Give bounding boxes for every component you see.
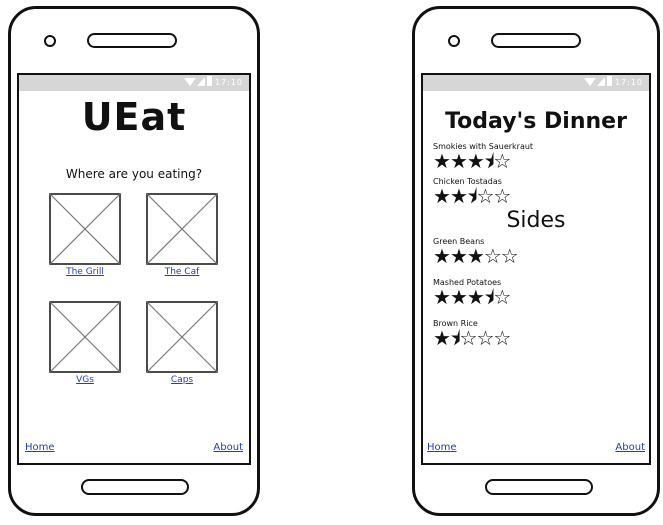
wifi-icon xyxy=(583,78,596,86)
phone-frame-dinner: 17:10 Today's Dinner Smokies with Sauerk… xyxy=(412,6,660,516)
star-empty-icon: ☆ xyxy=(493,285,511,309)
star-rating[interactable]: ★★★⯨☆ xyxy=(433,287,649,307)
battery-icon xyxy=(606,76,612,86)
image-placeholder-icon xyxy=(146,301,218,373)
status-time: 17:10 xyxy=(614,78,643,87)
home-link[interactable]: Home xyxy=(427,442,457,453)
star-rating[interactable]: ★★⯨☆☆ xyxy=(433,186,649,206)
battery-icon xyxy=(206,76,212,86)
status-time: 17:10 xyxy=(214,78,243,87)
star-full-icon: ★ xyxy=(449,244,468,268)
location-link[interactable]: The Caf xyxy=(146,267,218,277)
dish-item: Chicken Tostadas ★★⯨☆☆ xyxy=(433,177,649,206)
star-empty-icon: ☆ xyxy=(493,326,511,350)
sides-list: Green Beans ★★★☆☆ Mashed Potatoes ★★★⯨☆ Brow… xyxy=(423,237,649,348)
camera-icon xyxy=(448,35,460,47)
star-half-icon: ⯨ xyxy=(483,149,495,173)
dish-item: Smokies with Sauerkraut ★★★⯨☆ xyxy=(433,142,649,171)
star-full-icon: ★ xyxy=(449,149,468,173)
star-empty-icon: ☆ xyxy=(483,244,502,268)
star-full-icon: ★ xyxy=(433,149,451,173)
location-link[interactable]: The Grill xyxy=(49,267,121,277)
dish-item: Mashed Potatoes ★★★⯨☆ xyxy=(433,278,649,307)
star-empty-icon: ☆ xyxy=(500,244,519,268)
star-full-icon: ★ xyxy=(466,285,485,309)
screen: 17:10 UEat Where are you eating? The Gri… xyxy=(17,73,251,465)
image-placeholder-icon xyxy=(49,301,121,373)
phone-frame-locations: 17:10 UEat Where are you eating? The Gri… xyxy=(8,6,260,516)
question-text: Where are you eating? xyxy=(65,167,203,181)
sides-heading: Sides xyxy=(506,208,566,233)
app-title: UEat xyxy=(81,95,187,139)
screen: 17:10 Today's Dinner Smokies with Sauerk… xyxy=(421,73,651,465)
home-button[interactable] xyxy=(485,479,593,495)
about-link[interactable]: About xyxy=(213,442,243,453)
camera-icon xyxy=(44,35,56,47)
signal-icon xyxy=(196,77,205,86)
location-the-grill[interactable]: The Grill xyxy=(49,193,121,277)
star-empty-icon: ☆ xyxy=(493,184,511,208)
image-placeholder-icon xyxy=(146,193,218,265)
page-title: Today's Dinner xyxy=(445,109,627,134)
location-link[interactable]: Caps xyxy=(146,375,218,385)
star-half-icon: ⯨ xyxy=(483,285,495,309)
location-the-caf[interactable]: The Caf xyxy=(146,193,218,277)
star-rating[interactable]: ★★★⯨☆ xyxy=(433,151,649,171)
star-rating[interactable]: ★★★☆☆ xyxy=(433,246,649,266)
home-link[interactable]: Home xyxy=(25,442,55,453)
signal-icon xyxy=(596,77,605,86)
star-full-icon: ★ xyxy=(466,244,485,268)
star-full-icon: ★ xyxy=(433,244,451,268)
star-full-icon: ★ xyxy=(433,326,451,350)
mains-list: Smokies with Sauerkraut ★★★⯨☆ Chicken Tost… xyxy=(423,142,649,206)
star-full-icon: ★ xyxy=(433,184,451,208)
star-half-icon: ⯨ xyxy=(449,326,461,350)
status-bar: 17:10 xyxy=(19,75,249,91)
image-placeholder-icon xyxy=(49,193,121,265)
wifi-icon xyxy=(183,78,196,86)
speaker-slot xyxy=(87,33,177,48)
star-empty-icon: ☆ xyxy=(493,149,511,173)
speaker-slot xyxy=(491,33,581,48)
home-button[interactable] xyxy=(81,479,189,495)
location-caps[interactable]: Caps xyxy=(146,301,218,385)
star-empty-icon: ☆ xyxy=(476,184,494,208)
star-full-icon: ★ xyxy=(449,184,468,208)
dish-item: Brown Rice ★⯨☆☆☆ xyxy=(433,319,649,348)
location-link[interactable]: VGs xyxy=(49,375,121,385)
star-rating[interactable]: ★⯨☆☆☆ xyxy=(433,328,649,348)
star-full-icon: ★ xyxy=(449,285,468,309)
dish-item: Green Beans ★★★☆☆ xyxy=(433,237,649,266)
star-full-icon: ★ xyxy=(466,149,485,173)
about-link[interactable]: About xyxy=(615,442,645,453)
location-vgs[interactable]: VGs xyxy=(49,301,121,385)
status-bar: 17:10 xyxy=(423,75,649,91)
star-empty-icon: ☆ xyxy=(459,326,478,350)
star-full-icon: ★ xyxy=(433,285,451,309)
star-empty-icon: ☆ xyxy=(476,326,494,350)
